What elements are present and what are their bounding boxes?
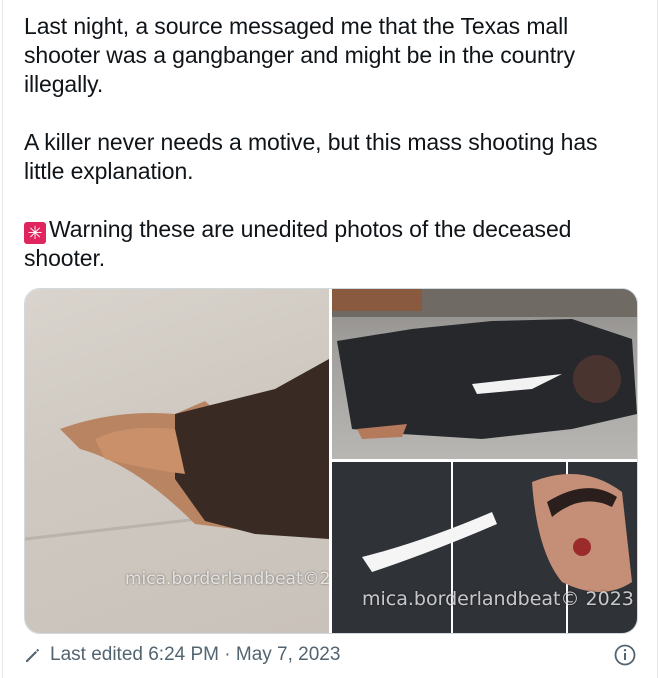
photo-1[interactable]: mica.borderlandbeat©2 [25,289,329,633]
tweet-paragraph-3: ✳ Warning these are unedited photos of th… [24,215,636,273]
watermark-1: mica.borderlandbeat©2 [125,569,329,589]
info-icon[interactable] [614,644,636,666]
photo-2-image [332,289,637,439]
tweet-paragraph-3-text: Warning these are unedited photos of the… [24,216,572,271]
tweet-paragraph-2: A killer never needs a motive, but this … [24,129,598,184]
watermark-2: mica.borderlandbeat© 2023 [362,588,634,610]
media-grid: mica.borderlandbeat©2 mica.borderlandbea… [24,288,638,634]
warning-light-icon: ✳ [24,222,46,244]
photo-2[interactable] [332,289,637,459]
tweet-paragraph-1: Last night, a source messaged me that th… [24,13,576,97]
frame-left-border [2,0,3,678]
tweet-text: Last night, a source messaged me that th… [24,12,636,302]
last-edited-link[interactable]: Last edited 6:24 PM · May 7, 2023 [24,644,340,666]
pencil-icon [24,646,42,664]
tweet-footer: Last edited 6:24 PM · May 7, 2023 [24,640,636,670]
frame-right-border [657,0,658,678]
last-edited-label: Last edited 6:24 PM · May 7, 2023 [50,644,341,665]
photo-3[interactable]: mica.borderlandbeat© 2023 [332,462,637,633]
